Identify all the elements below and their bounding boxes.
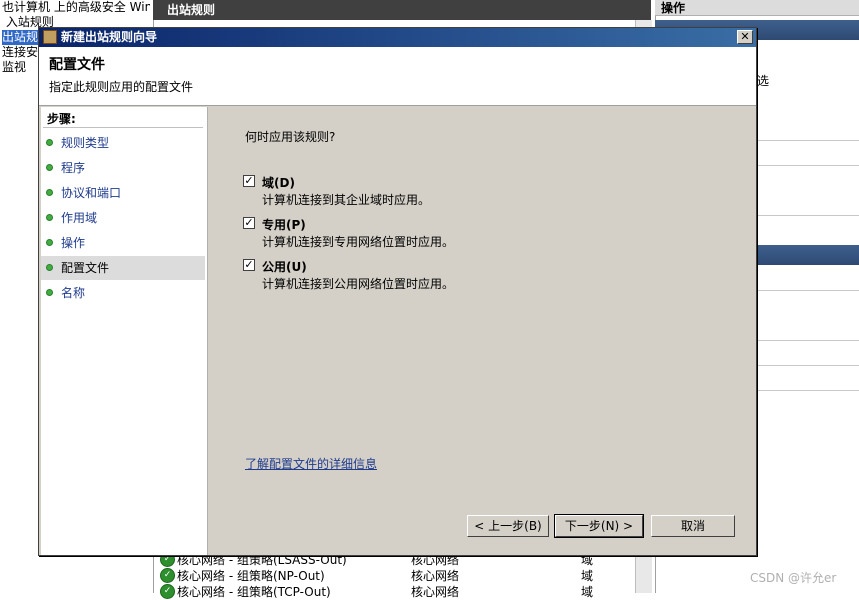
rule-row[interactable]: ✓ 核心网络 - 组策略(TCP-Out) 核心网络 域: [160, 583, 630, 599]
dialog-titlebar[interactable]: 新建出站规则向导 ✕: [39, 28, 756, 47]
tree-item-root[interactable]: 也计算机 上的高级安全 Windo: [0, 0, 150, 15]
step-scope[interactable]: 作用域: [41, 206, 205, 230]
back-button[interactable]: < 上一步(B): [467, 515, 549, 537]
step-rule-type[interactable]: 规则类型: [41, 131, 205, 155]
step-dot-icon: [46, 289, 53, 296]
step-name[interactable]: 名称: [41, 281, 205, 305]
question-text: 何时应用该规则?: [245, 130, 336, 144]
page-subtitle: 指定此规则应用的配置文件: [49, 80, 194, 94]
step-dot-icon: [46, 164, 53, 171]
firewall-icon: [43, 30, 57, 44]
actions-item-text[interactable]: 选: [757, 72, 769, 89]
step-dot-icon: [46, 189, 53, 196]
private-description: 计算机连接到专用网络位置时应用。: [262, 235, 455, 249]
domain-label[interactable]: 域(D): [262, 174, 295, 191]
learn-more-link[interactable]: 了解配置文件的详细信息: [245, 455, 377, 472]
step-dot-icon: [46, 139, 53, 146]
step-dot-icon: [46, 214, 53, 221]
next-button[interactable]: 下一步(N) >: [554, 514, 644, 538]
public-checkbox[interactable]: ✓: [243, 259, 255, 271]
cancel-button[interactable]: 取消: [651, 515, 735, 537]
domain-description: 计算机连接到其企业域时应用。: [262, 193, 431, 207]
center-pane-header: 出站规则: [153, 0, 651, 20]
step-dot-icon: [46, 239, 53, 246]
public-description: 计算机连接到公用网络位置时应用。: [262, 277, 455, 291]
step-profile[interactable]: 配置文件: [41, 256, 205, 280]
close-icon: ✕: [740, 30, 750, 43]
dialog-title: 新建出站规则向导: [61, 30, 158, 44]
check-circle-icon: ✓: [160, 584, 175, 599]
close-button[interactable]: ✕: [737, 30, 753, 44]
watermark: CSDN @许允er: [750, 571, 837, 585]
public-label[interactable]: 公用(U): [262, 258, 307, 275]
steps-divider: [43, 127, 203, 128]
private-label[interactable]: 专用(P): [262, 216, 306, 233]
wizard-content: 何时应用该规则? ✓ 域(D) 计算机连接到其企业域时应用。 ✓ 专用(P) 计…: [209, 107, 756, 555]
steps-label: 步骤:: [47, 112, 76, 126]
rule-row[interactable]: ✓ 核心网络 - 组策略(NP-Out) 核心网络 域: [160, 567, 630, 583]
check-circle-icon: ✓: [160, 568, 175, 583]
private-checkbox[interactable]: ✓: [243, 217, 255, 229]
step-action[interactable]: 操作: [41, 231, 205, 255]
actions-pane-header: 操作: [655, 0, 859, 16]
step-dot-icon: [46, 264, 53, 271]
new-outbound-rule-wizard: 新建出站规则向导 ✕ 配置文件 指定此规则应用的配置文件 步骤: 规则类型 程序…: [38, 27, 757, 556]
page-title: 配置文件: [49, 57, 105, 73]
wizard-header: 配置文件 指定此规则应用的配置文件: [39, 47, 756, 106]
steps-panel: 步骤: 规则类型 程序 协议和端口 作用域 操作 配置文件 名称: [41, 107, 208, 555]
domain-checkbox[interactable]: ✓: [243, 175, 255, 187]
step-protocol-ports[interactable]: 协议和端口: [41, 181, 205, 205]
step-program[interactable]: 程序: [41, 156, 205, 180]
